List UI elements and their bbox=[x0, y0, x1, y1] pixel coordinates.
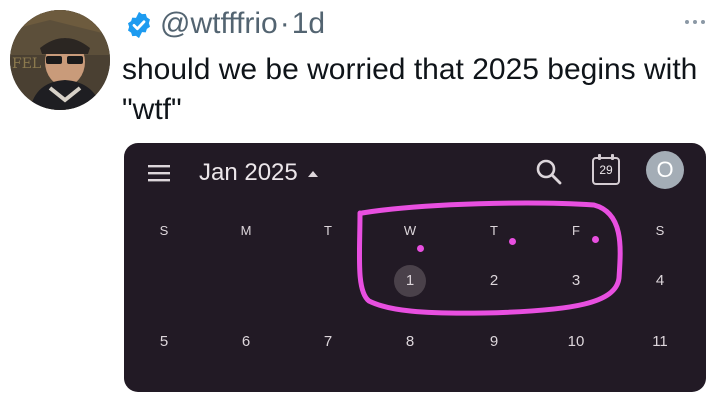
svg-text:FEL: FEL bbox=[12, 56, 41, 72]
avatar[interactable]: FEL bbox=[10, 10, 110, 110]
day-cell-today[interactable]: 1 bbox=[394, 265, 426, 297]
month-title[interactable]: Jan 2025 bbox=[199, 153, 298, 193]
tweet-text: should we be worried that 2025 begins wi… bbox=[122, 53, 698, 126]
menu-icon[interactable] bbox=[148, 163, 170, 183]
search-icon[interactable] bbox=[535, 158, 563, 186]
verified-badge-icon bbox=[128, 11, 150, 39]
tweet-timestamp[interactable]: 1d bbox=[292, 7, 325, 40]
day-cell[interactable]: 9 bbox=[474, 333, 514, 351]
day-cell[interactable]: 7 bbox=[308, 333, 348, 351]
day-cell[interactable]: 4 bbox=[640, 272, 680, 290]
day-cell[interactable]: 8 bbox=[390, 333, 430, 351]
account-avatar[interactable]: O bbox=[646, 151, 684, 189]
day-cell[interactable]: 10 bbox=[556, 333, 596, 351]
weekday-sun: S bbox=[159, 223, 169, 238]
event-dot bbox=[592, 236, 599, 243]
calendar-image[interactable]: Jan 2025 29 O S M T W T F S 1 2 3 4 5 6 … bbox=[124, 143, 706, 392]
weekday-sat: S bbox=[655, 223, 665, 238]
day-cell[interactable]: 3 bbox=[556, 272, 596, 290]
weekday-tue: T bbox=[324, 223, 332, 238]
caret-up-icon[interactable] bbox=[308, 171, 318, 177]
weekday-mon: M bbox=[240, 223, 252, 238]
weekday-fri: F bbox=[572, 223, 580, 238]
user-handle[interactable]: @wtfffrio bbox=[160, 7, 278, 40]
day-cell[interactable]: 2 bbox=[474, 272, 514, 290]
day-cell[interactable]: 5 bbox=[144, 333, 184, 351]
event-dot bbox=[417, 245, 424, 252]
event-dot bbox=[509, 238, 516, 245]
avatar-photo: FEL bbox=[10, 10, 110, 110]
weekday-thu: T bbox=[490, 223, 498, 238]
weekday-wed: W bbox=[403, 223, 417, 238]
day-cell[interactable]: 6 bbox=[226, 333, 266, 351]
meta-separator: · bbox=[279, 7, 290, 40]
more-icon[interactable] bbox=[682, 12, 708, 32]
tweet-meta: @wtfffrio·1d bbox=[160, 4, 325, 44]
calendar-today-icon[interactable]: 29 bbox=[592, 154, 620, 185]
day-cell[interactable]: 11 bbox=[640, 333, 680, 351]
